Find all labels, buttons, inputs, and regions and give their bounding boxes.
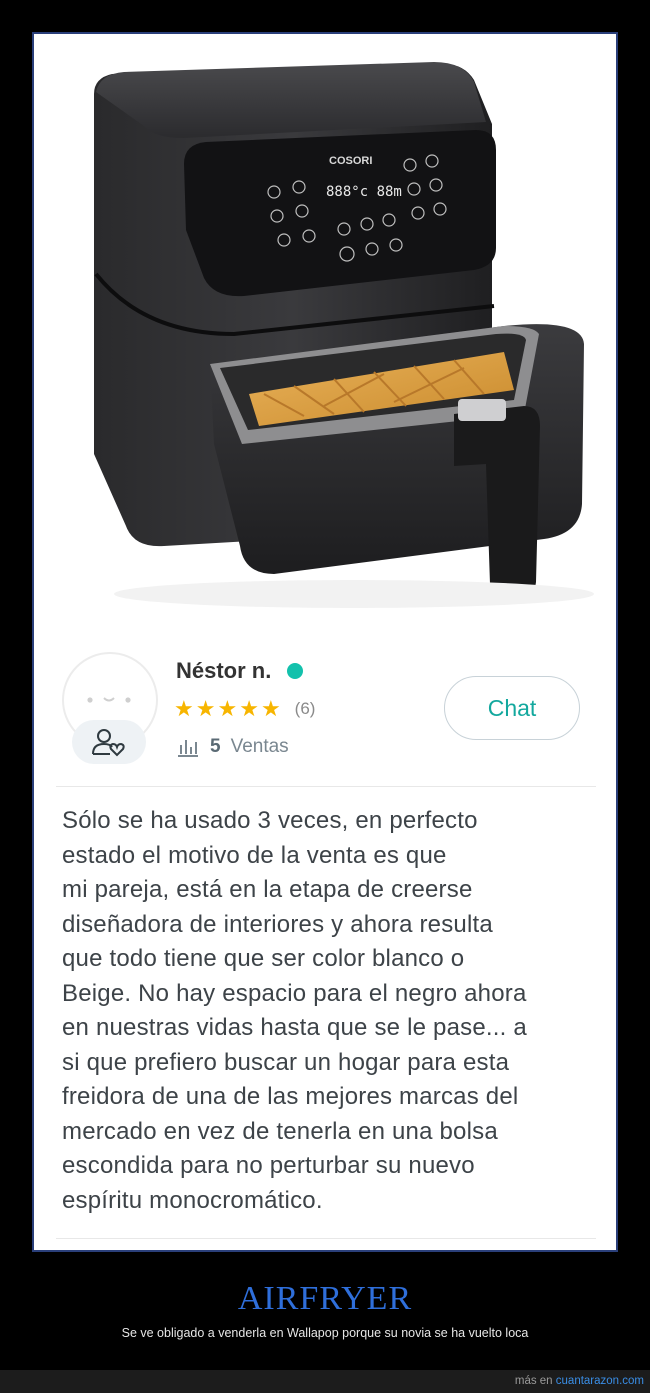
seller-rating[interactable]: ★ ★ ★ ★ ★ (6): [174, 698, 315, 720]
rating-count: (6): [294, 699, 316, 718]
basket-release-button: [458, 399, 506, 421]
display-readout: 888°c 88m: [326, 184, 402, 200]
divider: [56, 786, 596, 787]
seller-name[interactable]: Néstor n.: [176, 658, 304, 684]
star-icon: ★: [174, 696, 194, 721]
star-icon: ★: [260, 696, 281, 721]
star-icon: ★: [217, 696, 238, 721]
footer-link[interactable]: cuantarazon.com: [556, 1375, 644, 1387]
user-heart-icon: [92, 729, 125, 757]
caption-title: AIRFRYER: [237, 1280, 413, 1317]
bar-chart-icon: [178, 740, 198, 757]
brand-label: COSORI: [329, 155, 372, 167]
footer-prefix: más en: [514, 1375, 553, 1387]
chat-button[interactable]: Chat: [444, 676, 580, 740]
seller-sales: 5 Ventas: [176, 736, 289, 758]
sales-count: 5: [210, 736, 221, 757]
product-image[interactable]: COSORI 888°c 88m: [34, 34, 616, 634]
star-icon: ★: [195, 696, 216, 721]
footer: más en cuantarazon.com: [0, 1370, 650, 1393]
divider: [56, 1238, 596, 1239]
seller-info: Néstor n. ★ ★ ★ ★ ★ (6) 5 Ventas Chat: [34, 642, 616, 792]
seller-name-label: Néstor n.: [176, 658, 272, 683]
footer-text: más en cuantarazon.com: [515, 1375, 644, 1387]
sales-label: Ventas: [230, 736, 289, 757]
star-icon: ★: [239, 696, 259, 721]
item-description: Sólo se ha usado 3 veces, en perfecto es…: [62, 807, 527, 1214]
caption-subtitle: Se ve obligado a venderla en Wallapop po…: [121, 1326, 529, 1340]
online-status-dot: [287, 663, 304, 679]
favorite-seller-button[interactable]: [72, 720, 146, 764]
listing-card: COSORI 888°c 88m Néstor n. ★ ★ ★ ★ ★ (6)…: [32, 32, 618, 1252]
